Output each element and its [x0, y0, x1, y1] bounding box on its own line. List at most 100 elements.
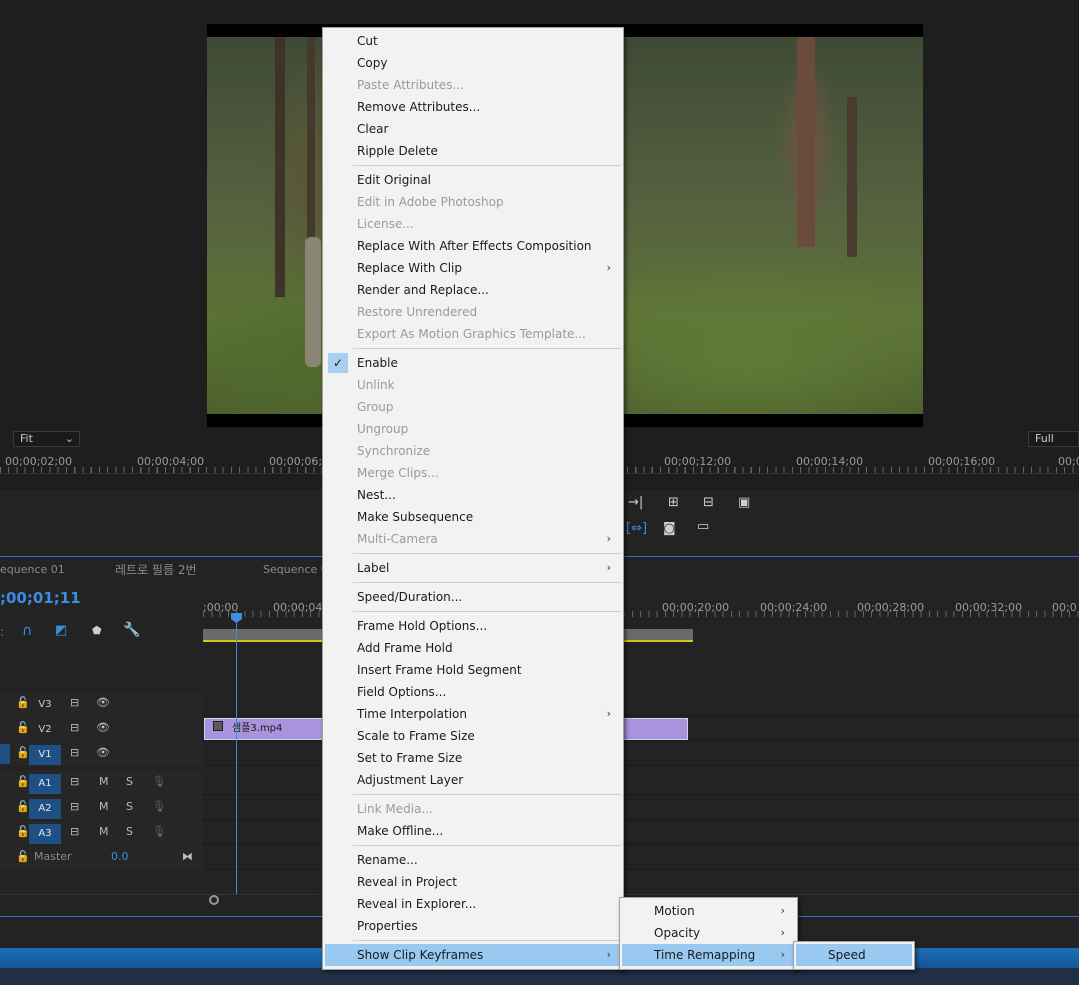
menu-item-add-frame-hold[interactable]: Add Frame Hold: [325, 637, 621, 659]
track-name[interactable]: V3: [29, 695, 61, 715]
menu-item-make-offline[interactable]: Make Offline...: [325, 820, 621, 842]
linked-selection-icon[interactable]: ◩: [55, 623, 67, 638]
menu-item-frame-hold-options[interactable]: Frame Hold Options...: [325, 615, 621, 637]
menu-item-nest[interactable]: Nest...: [325, 484, 621, 506]
insert-nest-icon[interactable]: :: [0, 625, 4, 639]
menu-item-reveal-in-explorer[interactable]: Reveal in Explorer...: [325, 893, 621, 915]
menu-item-reveal-in-project[interactable]: Reveal in Project: [325, 871, 621, 893]
timecode-display[interactable]: ;00;01;11: [0, 589, 81, 607]
tab-sequence-01[interactable]: equence 01: [0, 563, 65, 576]
eye-icon[interactable]: 👁: [96, 746, 110, 759]
menu-item-time-remapping[interactable]: Time Remapping ›: [622, 944, 795, 966]
checkmark-icon: ✓: [328, 353, 348, 373]
track-name[interactable]: A1: [29, 774, 61, 794]
menu-item-insert-frame-hold-segment[interactable]: Insert Frame Hold Segment: [325, 659, 621, 681]
track-name[interactable]: A3: [29, 824, 61, 844]
menu-item-show-clip-keyframes[interactable]: Show Clip Keyframes ›: [325, 944, 621, 966]
menu-item-label: Link Media...: [357, 802, 433, 816]
fit-dropdown[interactable]: Fit ⌄: [13, 431, 80, 447]
menu-item-ripple-delete[interactable]: Ripple Delete: [325, 140, 621, 162]
menu-item-cut[interactable]: Cut: [325, 30, 621, 52]
lock-icon[interactable]: 🔓: [16, 775, 30, 788]
menu-item-scale-to-frame-size[interactable]: Scale to Frame Size: [325, 725, 621, 747]
track-name[interactable]: V1: [29, 745, 61, 765]
eye-icon[interactable]: 👁: [96, 721, 110, 734]
menu-item-copy[interactable]: Copy: [325, 52, 621, 74]
toggle-sync-icon[interactable]: ⊟: [70, 721, 79, 734]
mute-button[interactable]: M: [99, 800, 109, 813]
menu-item-label: Merge Clips...: [357, 466, 439, 480]
chevron-right-icon: ›: [606, 948, 611, 961]
lift-icon[interactable]: ⊞: [668, 495, 679, 510]
scroll-handle[interactable]: [209, 895, 219, 905]
menu-item-opacity[interactable]: Opacity ›: [622, 922, 795, 944]
lock-icon[interactable]: 🔓: [16, 825, 30, 838]
marker-icon[interactable]: ⬟: [92, 624, 102, 637]
menu-item-properties[interactable]: Properties: [325, 915, 621, 937]
toggle-sync-icon[interactable]: ⊟: [70, 746, 79, 759]
toggle-sync-icon[interactable]: ⊟: [70, 696, 79, 709]
menu-separator: [353, 582, 621, 583]
lock-icon[interactable]: 🔓: [16, 850, 30, 863]
ruler-label: 00;00;32;00: [955, 601, 1023, 614]
menu-item-label[interactable]: Label ›: [325, 557, 621, 579]
menu-item-label: Synchronize: [357, 444, 431, 458]
menu-item-enable[interactable]: Enable ✓: [325, 352, 621, 374]
menu-item-time-interpolation[interactable]: Time Interpolation ›: [325, 703, 621, 725]
quality-dropdown[interactable]: Full: [1028, 431, 1079, 447]
source-patch[interactable]: [0, 744, 10, 764]
menu-item-label: Rename...: [357, 853, 418, 867]
menu-item-set-to-frame-size[interactable]: Set to Frame Size: [325, 747, 621, 769]
microphone-icon[interactable]: 🎙: [152, 800, 166, 813]
solo-button[interactable]: S: [126, 800, 133, 813]
menu-item-clear[interactable]: Clear: [325, 118, 621, 140]
go-to-out-icon[interactable]: →|: [628, 495, 643, 510]
menu-item-license: License...: [325, 213, 621, 235]
menu-item-make-subsequence[interactable]: Make Subsequence: [325, 506, 621, 528]
menu-item-speed[interactable]: Speed: [796, 944, 912, 966]
menu-item-label: Group: [357, 400, 394, 414]
menu-item-field-options[interactable]: Field Options...: [325, 681, 621, 703]
go-to-endpoint-icon[interactable]: ⧓: [182, 850, 193, 863]
menu-item-label: Unlink: [357, 378, 395, 392]
menu-item-label: Field Options...: [357, 685, 447, 699]
menu-item-label: Time Remapping: [654, 948, 756, 962]
menu-item-edit-original[interactable]: Edit Original: [325, 169, 621, 191]
lock-icon[interactable]: 🔓: [16, 800, 30, 813]
solo-button[interactable]: S: [126, 775, 133, 788]
menu-item-remove-attributes[interactable]: Remove Attributes...: [325, 96, 621, 118]
menu-item-render-and-replace[interactable]: Render and Replace...: [325, 279, 621, 301]
menu-item-motion[interactable]: Motion ›: [622, 900, 795, 922]
playhead-line[interactable]: [236, 617, 237, 895]
lock-icon[interactable]: 🔓: [16, 721, 30, 734]
snap-magnet-icon[interactable]: ∩: [22, 623, 32, 639]
export-frame-settings-icon[interactable]: ▣: [738, 495, 750, 510]
mute-button[interactable]: M: [99, 775, 109, 788]
lock-icon[interactable]: 🔓: [16, 746, 30, 759]
track-name[interactable]: A2: [29, 799, 61, 819]
menu-item-rename[interactable]: Rename...: [325, 849, 621, 871]
menu-item-speed-duration[interactable]: Speed/Duration...: [325, 586, 621, 608]
toggle-sync-icon[interactable]: ⊟: [70, 800, 79, 813]
menu-item-adjustment-layer[interactable]: Adjustment Layer: [325, 769, 621, 791]
camera-icon[interactable]: ◙: [663, 521, 676, 536]
eye-icon[interactable]: 👁: [96, 696, 110, 709]
trim-icon[interactable]: [⇔]: [626, 521, 647, 536]
track-name[interactable]: V2: [29, 720, 61, 740]
safe-margins-icon[interactable]: ▭: [697, 519, 709, 534]
mute-button[interactable]: M: [99, 825, 109, 838]
solo-button[interactable]: S: [126, 825, 133, 838]
extract-icon[interactable]: ⊟: [703, 495, 714, 510]
microphone-icon[interactable]: 🎙: [152, 825, 166, 838]
toggle-sync-icon[interactable]: ⊟: [70, 825, 79, 838]
microphone-icon[interactable]: 🎙: [152, 775, 166, 788]
master-volume-value[interactable]: 0.0: [111, 850, 129, 863]
menu-item-replace-with-after-effects-composition[interactable]: Replace With After Effects Composition: [325, 235, 621, 257]
wrench-icon[interactable]: 🔧: [123, 622, 140, 638]
toggle-sync-icon[interactable]: ⊟: [70, 775, 79, 788]
tab-retro-film[interactable]: 레트로 필름 2번: [115, 561, 197, 578]
ruler-label: 00;00;24;00: [760, 601, 828, 614]
lock-icon[interactable]: 🔓: [16, 696, 30, 709]
menu-item-replace-with-clip[interactable]: Replace With Clip ›: [325, 257, 621, 279]
menu-item-label: Clear: [357, 122, 389, 136]
